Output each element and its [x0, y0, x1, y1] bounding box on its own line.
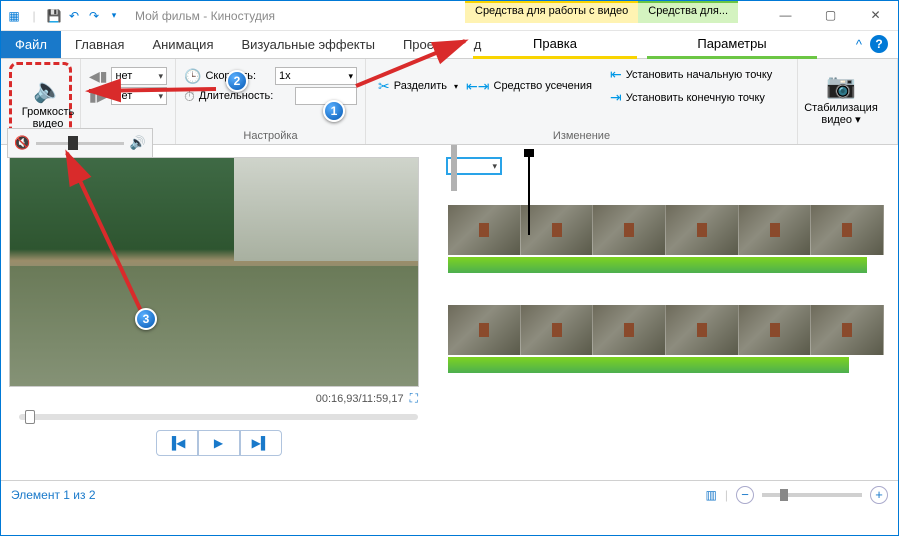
clip-thumbnails	[448, 305, 884, 355]
tab-animation[interactable]: Анимация	[138, 31, 227, 58]
save-icon[interactable]: 💾	[45, 7, 63, 25]
clip-2[interactable]	[446, 203, 886, 275]
tab-vfx[interactable]: Визуальные эффекты	[227, 31, 388, 58]
context-tab-tool[interactable]: Средства для...	[638, 1, 738, 23]
minimize-button[interactable]: —	[763, 1, 808, 29]
video-preview[interactable]	[9, 157, 419, 387]
set-end-button[interactable]: ⇥ Установить конечную точку	[606, 86, 776, 109]
group-label-settings: Настройка	[176, 130, 365, 142]
clip-1[interactable]	[446, 157, 502, 175]
next-frame-button[interactable]: ▶▌	[240, 430, 282, 456]
fullscreen-icon[interactable]: ⛶	[410, 391, 418, 406]
fade-in-select[interactable]: нет	[111, 67, 167, 85]
prev-frame-button[interactable]: ▐◀	[156, 430, 198, 456]
close-button[interactable]: ✕	[853, 1, 898, 29]
app-icon: ▦	[5, 7, 23, 25]
clock-icon: 🕒	[184, 68, 201, 85]
qat-dropdown-icon[interactable]: ▾	[105, 7, 123, 25]
status-right: ▥ | − +	[706, 486, 888, 504]
playhead[interactable]	[528, 155, 530, 235]
undo-icon[interactable]: ↶	[65, 7, 83, 25]
zoom-out-button[interactable]: −	[736, 486, 754, 504]
preview-pane: 00:16,93/11:59,17 ⛶ ▐◀ ▶ ▶▌	[1, 145, 436, 480]
clip-3[interactable]	[446, 303, 886, 375]
redo-icon[interactable]: ↷	[85, 7, 103, 25]
audio-track	[448, 357, 849, 373]
audio-track	[448, 257, 867, 273]
set-start-button[interactable]: ⇤ Установить начальную точку	[606, 63, 776, 86]
zoom-thumb[interactable]	[780, 489, 788, 501]
annotation-marker-1: 1	[323, 100, 345, 122]
stabilize-label: Стабилизация видео ▾	[804, 102, 878, 126]
titlebar: ▦ | 💾 ↶ ↷ ▾ Мой фильм - Киностудия Средс…	[1, 1, 898, 31]
zoom-slider[interactable]	[762, 493, 862, 497]
status-element-count: Элемент 1 из 2	[11, 488, 96, 502]
time-display-row: 00:16,93/11:59,17 ⛶	[9, 391, 418, 406]
speaker-icon: 🔈	[33, 78, 63, 104]
set-start-icon: ⇤	[610, 66, 622, 83]
video-volume-label: Громкость видео	[22, 106, 74, 130]
group-label-edit: Изменение	[366, 130, 797, 142]
annotation-marker-3: 3	[135, 308, 157, 330]
split-icon: ✂	[378, 78, 390, 95]
split-label: Разделить	[394, 80, 447, 92]
trim-tool-button[interactable]: ⇤⇥ Средство усечения	[462, 63, 596, 109]
fade-out-select[interactable]: нет	[111, 87, 167, 105]
contextual-tabs: Средства для работы с видео Средства для…	[465, 1, 738, 23]
maximize-button[interactable]: ▢	[808, 1, 853, 29]
set-start-label: Установить начальную точку	[626, 69, 773, 81]
fade-out-row: ▮▶ нет	[89, 87, 167, 105]
time-display: 00:16,93/11:59,17	[316, 393, 404, 405]
split-button[interactable]: ✂ Разделить	[374, 63, 462, 109]
trim-label: Средство усечения	[494, 80, 592, 92]
group-stabilize: 📷 Стабилизация видео ▾	[798, 59, 898, 144]
playback-controls: ▐◀ ▶ ▶▌	[9, 430, 428, 456]
trim-icon: ⇤⇥	[466, 78, 489, 95]
timeline-pane[interactable]	[436, 145, 898, 480]
tab-file[interactable]: Файл	[1, 31, 61, 58]
zoom-in-button[interactable]: +	[870, 486, 888, 504]
collapse-ribbon-icon[interactable]: ^	[856, 37, 862, 52]
stabilize-button[interactable]: 📷 Стабилизация видео ▾	[806, 62, 876, 138]
quick-access-toolbar: ▦ | 💾 ↶ ↷ ▾	[1, 7, 127, 25]
thumbnails-view-icon[interactable]: ▥	[706, 488, 717, 502]
set-end-label: Установить конечную точку	[626, 92, 765, 104]
camera-icon: 📷	[826, 74, 856, 100]
divider-icon: |	[25, 7, 43, 25]
status-bar: Элемент 1 из 2 ▥ | − +	[1, 480, 898, 508]
scrub-bar[interactable]	[19, 414, 418, 420]
fade-out-icon: ▮▶	[89, 88, 107, 105]
set-end-icon: ⇥	[610, 89, 622, 106]
context-tab-video[interactable]: Средства для работы с видео	[465, 1, 638, 23]
fade-in-row: ◀▮ нет	[89, 67, 167, 85]
tab-project[interactable]: Проект	[389, 31, 460, 58]
clip-thumbnails	[448, 205, 884, 255]
annotation-marker-2: 2	[226, 70, 248, 92]
scrub-knob[interactable]	[25, 410, 35, 424]
clip-thumbnails	[451, 145, 457, 191]
group-edit: ✂ Разделить ⇤⇥ Средство усечения ⇤ Устан…	[366, 59, 798, 144]
subtab-edit[interactable]: Правка	[473, 31, 637, 59]
window-controls: — ▢ ✕	[763, 1, 898, 29]
tab-home[interactable]: Главная	[61, 31, 138, 58]
speed-row: 🕒 Скорость: 1x	[184, 67, 357, 85]
subtab-params[interactable]: Параметры	[647, 31, 817, 59]
tabs-row: Файл Главная Анимация Визуальные эффекты…	[1, 31, 898, 59]
play-button[interactable]: ▶	[198, 430, 240, 456]
duration-icon: ⏱	[184, 88, 195, 105]
window-title: Мой фильм - Киностудия	[135, 9, 275, 23]
speed-select[interactable]: 1x	[275, 67, 357, 85]
help-icon[interactable]: ?	[870, 35, 888, 53]
fade-in-icon: ◀▮	[89, 68, 107, 85]
